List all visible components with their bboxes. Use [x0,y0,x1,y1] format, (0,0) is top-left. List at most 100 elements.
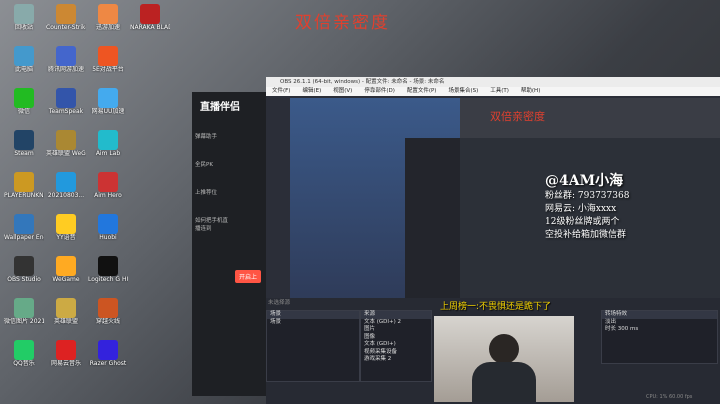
desktop-icon[interactable]: NARAKA BLADEPOI [130,4,170,31]
desktop-icon[interactable]: 穿越火线 [88,298,128,325]
app-icon [98,130,118,150]
app-icon [14,340,34,360]
duration-label: 时长 [605,326,617,332]
desktop-icon-label: Counter-Strike [46,24,86,31]
app-icon [98,214,118,234]
desktop-icon[interactable]: 此电脑 [4,46,44,73]
desktop-icon-label: Razer Ghost [89,360,127,367]
desktop-icon-label: Aim Hero [94,192,122,199]
desktop-icon[interactable]: 英雄联盟 [46,298,86,325]
desktop-icon[interactable]: 回收站 [4,4,44,31]
desktop-icon[interactable]: 5E对战平台 [88,46,128,73]
duration-row[interactable]: 时长 300 ms [602,326,717,334]
streamer-head [489,334,519,364]
desktop-icon-label: 英雄联盟 WeGame版 [46,150,86,157]
obs-menu-bar: 文件(F) 编辑(E) 视图(V) 停靠部件(D) 配置文件(P) 场景集合(S) 工具(T… [266,87,720,96]
obs-title: OBS 26.1.1 (64-bit, windows) - 配置文件: 未命名… [266,77,720,87]
desktop-icon[interactable]: Counter-Strike [46,4,86,31]
app-icon [98,172,118,192]
overlay-line: 空投补给箱加微信群 [545,230,627,240]
app-icon [98,88,118,108]
desktop-icon[interactable]: 微信图片 2021031... [4,298,44,325]
banner-text: 双倍亲密度 [295,13,390,33]
desktop-icon-label: 网易UU加速 [91,108,125,115]
desktop-icon-label: 回收站 [14,24,33,31]
desktop-icon[interactable]: 网易云音乐 [46,340,86,367]
no-source-selected: 未选择源 [268,300,291,306]
desktop-icon[interactable]: 迅游加速 [88,4,128,31]
app-icon [14,4,34,24]
live-app-sidebar: 弹幕助手 全民PK 上推荐位 如何把手机直播连到 [192,122,234,242]
start-live-button[interactable]: 开启上 [235,270,262,283]
app-icon [56,172,76,192]
obs-menu-item[interactable]: 文件(F) [272,88,290,94]
desktop-icon[interactable]: 微信 [4,88,44,115]
desktop-icon[interactable]: YY语音 [46,214,86,241]
desktop-icon[interactable]: Razer Ghost [88,340,128,367]
app-icon [14,214,34,234]
stream-info-overlay: @4AM小海 粉丝群: 793737368 网易云: 小海xxxx 12级粉丝牌… [545,170,715,280]
desktop-icon-label: 英雄联盟 [53,318,78,325]
desktop-icon[interactable]: OBS Studio [4,256,44,283]
obs-menu-item[interactable]: 场景集合(S) [448,88,478,94]
app-icon [56,256,76,276]
scene-item[interactable]: 场景 [267,319,359,327]
app-icon [14,88,34,108]
desktop-icon-label: QQ音乐 [13,360,35,367]
weekly-top-caption: 上周榜一:不畏惧还是跪下了 [440,302,552,312]
obs-menu-item[interactable]: 停靠部件(D) [364,88,395,94]
desktop-icon-label: 网易云音乐 [50,360,81,367]
desktop-icon[interactable]: 20210803... [46,172,86,199]
source-item[interactable]: 视频采集设备 [361,349,431,357]
desktop-icon[interactable]: Logitech G HUB [88,256,128,283]
desktop-icon[interactable]: Wallpaper Engine... [4,214,44,241]
live-sidebar-item[interactable]: 上推荐位 [192,178,234,206]
desktop-icon[interactable]: Steam [4,130,44,157]
app-icon [98,256,118,276]
live-companion-window: 直播伴侣 弹幕助手 全民PK 上推荐位 如何把手机直播连到 开启上 [192,92,274,396]
app-icon [14,130,34,150]
source-item[interactable]: 图片 [361,326,431,334]
app-icon [14,46,34,66]
transition-select[interactable]: 淡出 [602,319,717,327]
desktop-icon-label: PLAYERUNKNOWN BATTLEGR... [4,192,44,199]
app-icon [14,172,34,192]
overlay-line: 网易云: 小海xxxx [545,204,617,214]
obs-menu-item[interactable]: 编辑(E) [302,88,321,94]
source-item[interactable]: 游戏采集 2 [361,356,431,364]
desktop-icon[interactable]: 网易UU加速 [88,88,128,115]
desktop-icon-label: OBS Studio [7,276,41,283]
desktop-icon-label: 穿越火线 [95,318,120,325]
desktop-icon-label: WeGame [52,276,80,283]
live-sidebar-item[interactable]: 如何把手机直播连到 [192,206,234,242]
app-icon [98,298,118,318]
desktop-icon[interactable]: WeGame [46,256,86,283]
obs-menu-item[interactable]: 视图(V) [333,88,352,94]
desktop-icon[interactable]: 英雄联盟 WeGame版 [46,130,86,157]
source-item[interactable]: 文本 (GDI+) 2 [361,319,431,327]
desktop-icon[interactable]: QQ音乐 [4,340,44,367]
app-icon [56,298,76,318]
source-item[interactable]: 文本 (GDI+) [361,341,431,349]
desktop-icon-label: 微信 [17,108,30,115]
obs-menu-item[interactable]: 帮助(H) [521,88,540,94]
obs-status: CPU: 1% 60.00 fps [646,394,693,400]
obs-menu-item[interactable]: 配置文件(P) [407,88,437,94]
transitions-panel: 转场特效 淡出 时长 300 ms [601,310,718,364]
desktop-icon-label: Huobi [99,234,117,241]
app-icon [98,4,118,24]
desktop-icon[interactable]: TeamSpeak [46,88,86,115]
desktop-icon[interactable]: Huobi [88,214,128,241]
live-sidebar-item[interactable]: 全民PK [192,150,234,178]
live-sidebar-item[interactable]: 弹幕助手 [192,122,234,150]
desktop-icon[interactable]: PLAYERUNKNOWN BATTLEGR... [4,172,44,199]
obs-menu-item[interactable]: 工具(T) [490,88,509,94]
desktop-icon-label: 20210803... [47,192,85,199]
desktop-icon-label: YY语音 [56,234,76,241]
app-icon [56,88,76,108]
desktop-icon[interactable]: 腾讯网游加速 [46,46,86,73]
source-item[interactable]: 图像 [361,334,431,342]
desktop-icon[interactable]: Aim Hero [88,172,128,199]
app-icon [14,256,34,276]
desktop-icon[interactable]: Aim Lab [88,130,128,157]
